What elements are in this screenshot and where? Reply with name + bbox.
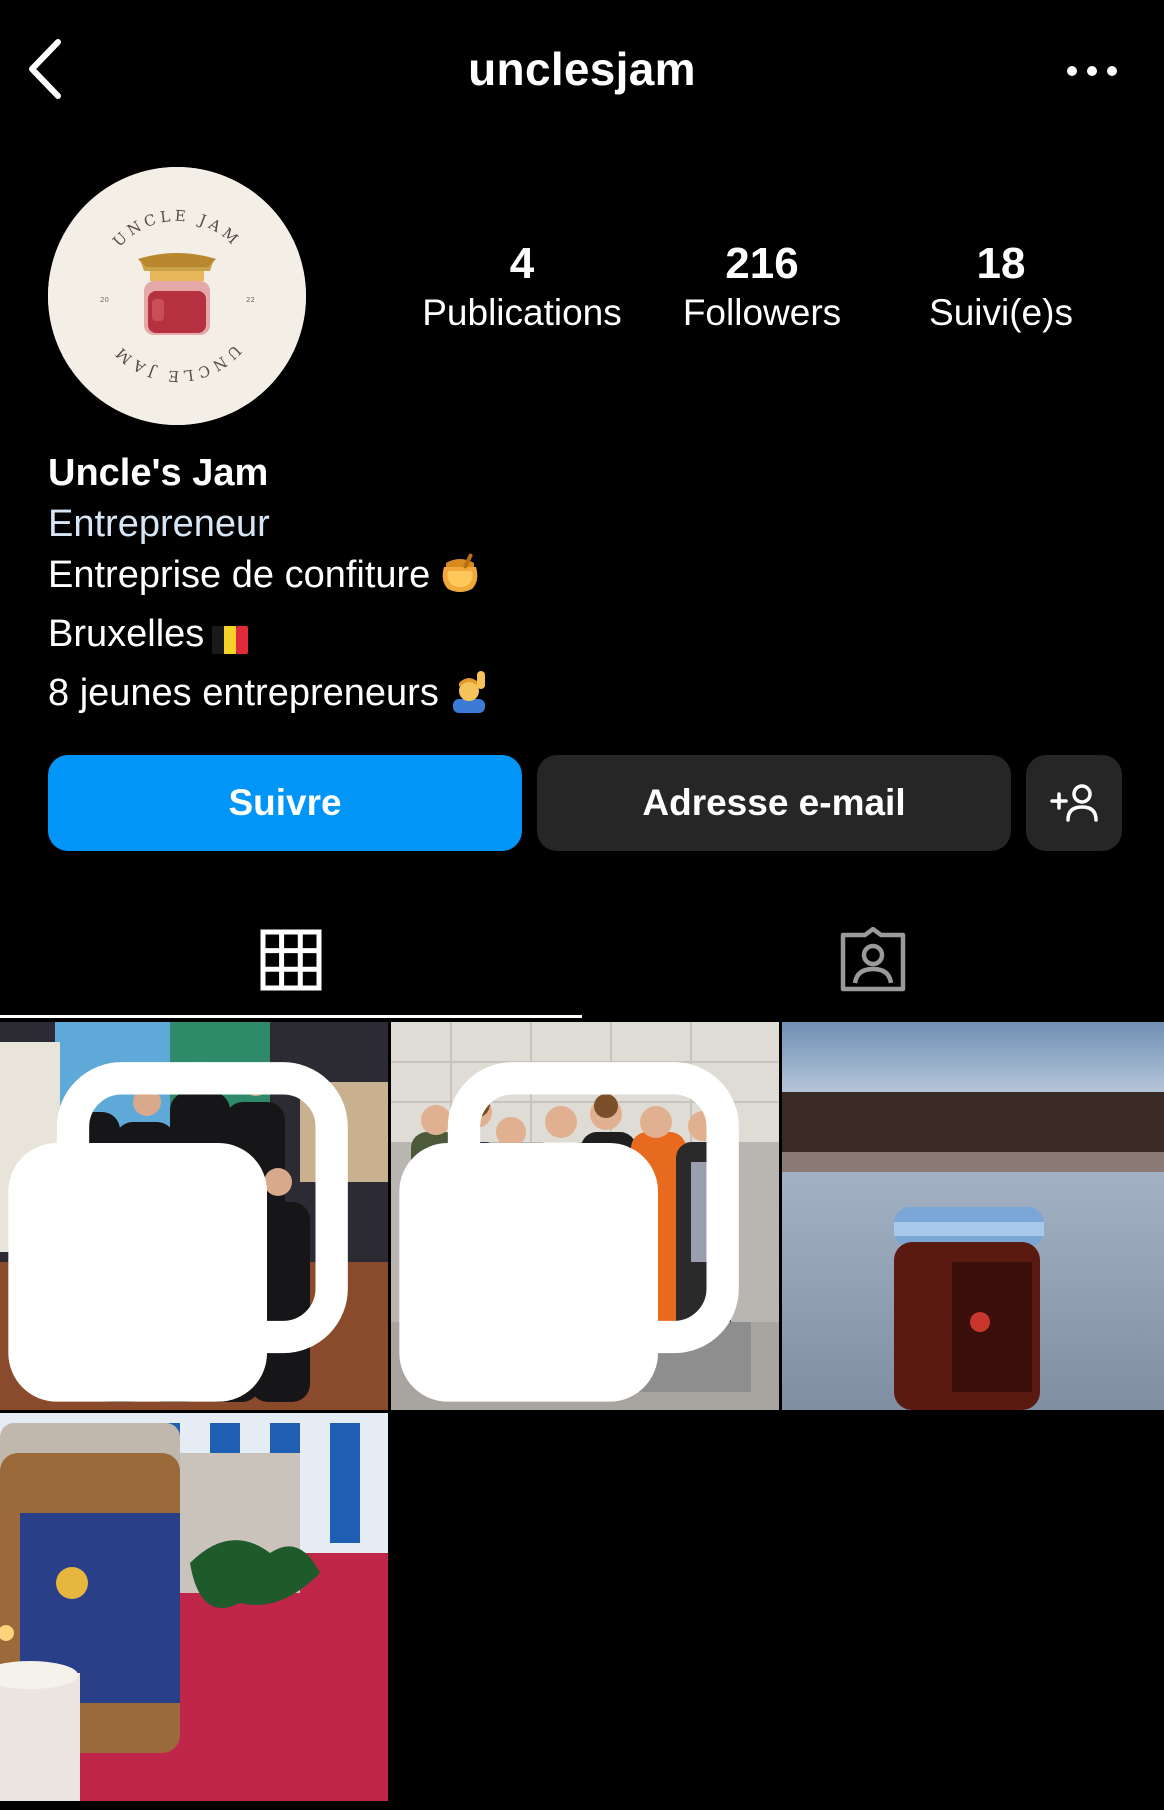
stat-value: 216 — [725, 239, 799, 288]
tab-tagged[interactable] — [582, 900, 1164, 1020]
multiple-photos-icon — [399, 1062, 739, 1402]
email-button-label: Adresse e-mail — [642, 782, 906, 823]
add-user-icon — [1050, 784, 1098, 822]
stat-value: 4 — [509, 239, 535, 288]
profile-tabs — [0, 900, 1164, 1020]
bio-line: Bruxelles — [48, 609, 1128, 668]
follow-button-label: Suivre — [228, 782, 342, 823]
bio-text: 8 jeunes entrepreneurs — [48, 672, 439, 714]
profile-username: unclesjam — [468, 43, 696, 95]
profile-bio: Uncle's Jam Entrepreneur Entreprise de c… — [48, 448, 1128, 727]
stat-label: Suivi(e)s — [929, 292, 1073, 333]
man-raising-hand-emoji — [447, 669, 491, 727]
email-button[interactable]: Adresse e-mail — [537, 755, 1011, 851]
more-options-button[interactable] — [1064, 56, 1120, 86]
active-tab-indicator — [0, 1015, 582, 1018]
belgium-flag-emoji — [212, 617, 249, 668]
jam-jar-photo — [0, 1413, 388, 1801]
display-name: Uncle's Jam — [48, 452, 269, 494]
multiple-photos-icon — [8, 1062, 348, 1402]
post-thumbnail[interactable] — [391, 1022, 779, 1410]
stat-publications[interactable]: 4 Publications — [402, 238, 642, 336]
stat-following[interactable]: 18 Suivi(e)s — [881, 238, 1121, 336]
uncle-jam-logo: UNCLE JAM UNCLE JAM 20 22 — [48, 167, 306, 425]
stat-label: Followers — [682, 292, 842, 333]
top-bar: unclesjam — [0, 0, 1164, 140]
post-thumbnail[interactable] — [782, 1022, 1164, 1410]
tab-posts-grid[interactable] — [0, 900, 582, 1020]
svg-text:20: 20 — [100, 296, 109, 304]
bio-text: Bruxelles — [48, 613, 205, 655]
stat-value: 18 — [976, 239, 1026, 288]
bio-text: Entreprise de confiture — [48, 554, 431, 596]
follow-button[interactable]: Suivre — [48, 755, 522, 851]
bio-line: 8 jeunes entrepreneurs — [48, 668, 1128, 727]
more-horizontal-icon — [1067, 66, 1117, 76]
jam-jar-photo — [782, 1022, 1164, 1410]
svg-text:22: 22 — [246, 296, 255, 304]
avatar[interactable]: UNCLE JAM UNCLE JAM 20 22 — [48, 167, 306, 425]
profile-category: Entrepreneur — [48, 503, 270, 545]
tagged-user-icon — [840, 927, 906, 992]
add-user-button[interactable] — [1026, 755, 1122, 851]
post-thumbnail[interactable] — [0, 1413, 388, 1801]
stat-followers[interactable]: 216 Followers — [642, 238, 882, 336]
grid-icon — [260, 929, 322, 991]
post-thumbnail[interactable] — [0, 1022, 388, 1410]
bio-line: Entreprise de confiture — [48, 550, 1128, 609]
honey-pot-emoji — [438, 551, 482, 609]
stat-label: Publications — [422, 292, 622, 333]
